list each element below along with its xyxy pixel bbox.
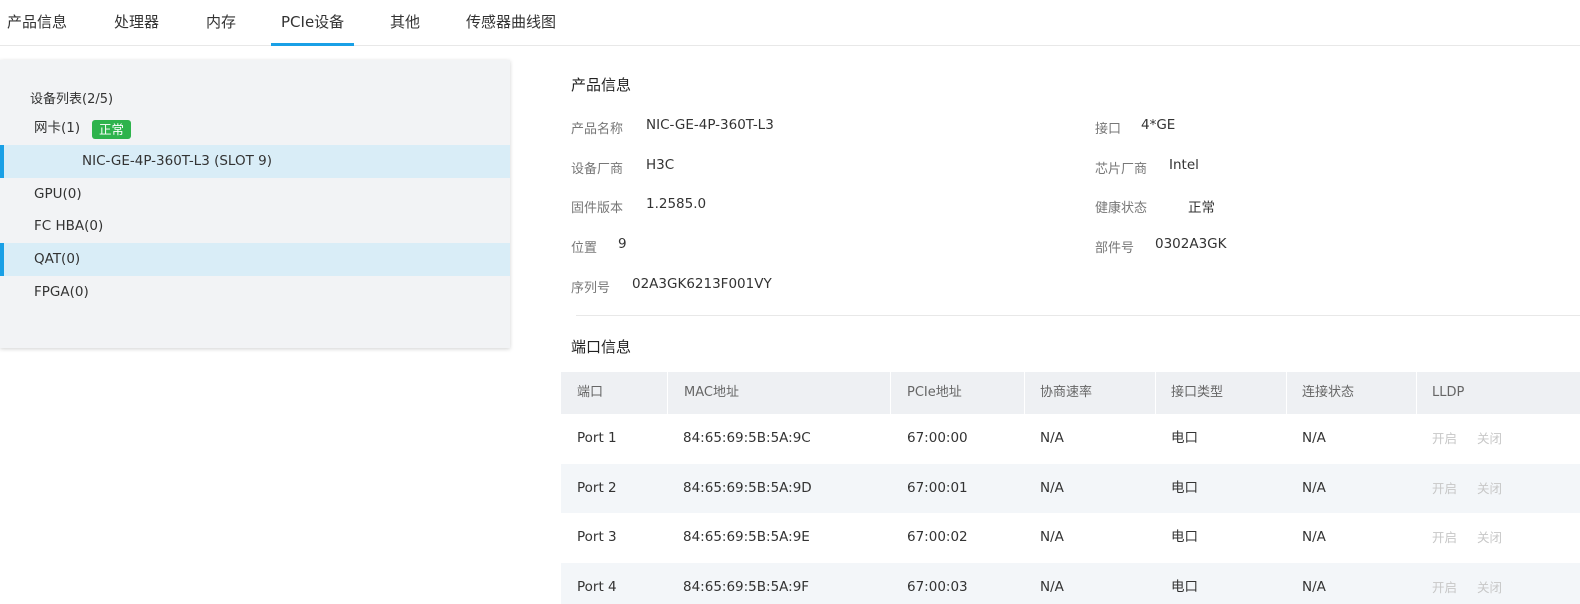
- tab-processor[interactable]: 处理器: [114, 0, 159, 46]
- device-group-label: QAT(0): [34, 251, 81, 267]
- col-header-link: 连接状态: [1302, 385, 1355, 400]
- link-status: N/A: [1302, 479, 1326, 496]
- pcie-address: 67:00:03: [907, 578, 968, 595]
- lldp-enable-link[interactable]: 开启: [1432, 563, 1457, 604]
- product-name-value: NIC-GE-4P-360T-L3: [646, 117, 774, 133]
- col-header-mac: MAC地址: [684, 385, 739, 400]
- col-header-speed: 协商速率: [1040, 385, 1093, 400]
- port-name: Port 4: [577, 578, 617, 595]
- negotiated-speed: N/A: [1040, 479, 1064, 496]
- firmware-value: 1.2585.0: [646, 196, 707, 212]
- health-value: 正常: [1188, 200, 1215, 216]
- port-name: Port 2: [577, 479, 617, 496]
- interface-label: 接口: [1095, 122, 1122, 137]
- link-status: N/A: [1302, 430, 1326, 446]
- chip-vendor-value: Intel: [1169, 157, 1199, 173]
- mac-address: 84:65:69:5B:5A:9C: [683, 430, 811, 446]
- tab-other[interactable]: 其他: [390, 0, 420, 46]
- device-group-qat[interactable]: QAT(0): [0, 243, 510, 276]
- device-group-label: GPU(0): [34, 186, 82, 202]
- part-number-value: 0302A3GK: [1155, 236, 1227, 252]
- tab-memory[interactable]: 内存: [206, 0, 236, 46]
- port-name: Port 1: [577, 430, 617, 446]
- lldp-disable-link[interactable]: 关闭: [1477, 414, 1502, 464]
- column-divider: [667, 372, 668, 414]
- top-tab-bar: 产品信息 处理器 内存 PCIe设备 其他 传感器曲线图: [0, 0, 1580, 46]
- device-list-title: 设备列表(2/5): [30, 92, 114, 107]
- vendor-label: 设备厂商: [571, 162, 624, 177]
- device-group-label: FPGA(0): [34, 284, 89, 300]
- lldp-disable-link[interactable]: 关闭: [1477, 513, 1502, 563]
- pcie-address: 67:00:02: [907, 529, 968, 545]
- column-divider: [890, 372, 891, 414]
- pcie-address: 67:00:00: [907, 430, 968, 446]
- device-group-gpu[interactable]: GPU(0): [0, 178, 510, 211]
- serial-label: 序列号: [571, 281, 611, 296]
- interface-type: 电口: [1171, 578, 1198, 595]
- link-status: N/A: [1302, 578, 1326, 595]
- serial-value: 02A3GK6213F001VY: [632, 276, 772, 292]
- col-header-lldp: LLDP: [1432, 385, 1465, 400]
- table-row: Port 1 84:65:69:5B:5A:9C 67:00:00 N/A 电口…: [561, 414, 1580, 464]
- tab-product-info[interactable]: 产品信息: [7, 0, 67, 46]
- device-group-fc-hba[interactable]: FC HBA(0): [0, 210, 510, 243]
- firmware-label: 固件版本: [571, 201, 624, 216]
- device-group-nic[interactable]: 网卡(1): [0, 112, 510, 145]
- interface-type: 电口: [1171, 529, 1198, 545]
- vendor-value: H3C: [646, 157, 675, 173]
- negotiated-speed: N/A: [1040, 430, 1064, 446]
- lldp-disable-link[interactable]: 关闭: [1477, 464, 1502, 514]
- negotiated-speed: N/A: [1040, 529, 1064, 545]
- tab-sensor-chart[interactable]: 传感器曲线图: [466, 0, 556, 46]
- table-row: Port 3 84:65:69:5B:5A:9E 67:00:02 N/A 电口…: [561, 513, 1580, 563]
- location-label: 位置: [571, 241, 598, 256]
- port-name: Port 3: [577, 529, 617, 545]
- lldp-enable-link[interactable]: 开启: [1432, 464, 1457, 514]
- device-group-label: 网卡(1): [34, 120, 81, 136]
- product-info-title: 产品信息: [571, 76, 632, 94]
- tab-pcie-devices[interactable]: PCIe设备: [270, 0, 355, 46]
- pcie-address: 67:00:01: [907, 479, 968, 496]
- device-group-label: FC HBA(0): [34, 218, 104, 234]
- mac-address: 84:65:69:5B:5A:9F: [683, 578, 810, 595]
- chip-vendor-label: 芯片厂商: [1095, 162, 1148, 177]
- status-badge: 正常: [92, 120, 132, 139]
- lldp-enable-link[interactable]: 开启: [1432, 513, 1457, 563]
- interface-type: 电口: [1171, 479, 1198, 496]
- device-item-label: NIC-GE-4P-360T-L3 (SLOT 9): [82, 153, 272, 169]
- table-header: 端口 MAC地址 PCIe地址 协商速率 接口类型 连接状态 LLDP: [561, 372, 1580, 414]
- health-label: 健康状态: [1095, 201, 1148, 216]
- link-status: N/A: [1302, 529, 1326, 545]
- col-header-pcie: PCIe地址: [907, 385, 962, 400]
- interface-value: 4*GE: [1141, 117, 1176, 133]
- part-number-label: 部件号: [1095, 241, 1135, 256]
- device-item-nic-slot9[interactable]: NIC-GE-4P-360T-L3 (SLOT 9): [0, 145, 510, 178]
- interface-type: 电口: [1171, 430, 1198, 446]
- section-divider: [576, 315, 1580, 316]
- device-group-fpga[interactable]: FPGA(0): [0, 276, 510, 309]
- location-value: 9: [618, 236, 627, 252]
- col-header-type: 接口类型: [1171, 385, 1224, 400]
- column-divider: [1286, 372, 1287, 414]
- table-row: Port 2 84:65:69:5B:5A:9D 67:00:01 N/A 电口…: [561, 463, 1580, 514]
- negotiated-speed: N/A: [1040, 578, 1064, 595]
- col-header-port: 端口: [577, 385, 604, 400]
- lldp-disable-link[interactable]: 关闭: [1477, 563, 1502, 604]
- column-divider: [1416, 372, 1417, 414]
- mac-address: 84:65:69:5B:5A:9E: [683, 529, 810, 545]
- column-divider: [1155, 372, 1156, 414]
- column-divider: [1024, 372, 1025, 414]
- table-row: Port 4 84:65:69:5B:5A:9F 67:00:03 N/A 电口…: [561, 562, 1580, 604]
- lldp-enable-link[interactable]: 开启: [1432, 414, 1457, 464]
- device-list-panel: 设备列表(2/5) 网卡(1) 正常 NIC-GE-4P-360T-L3 (SL…: [0, 60, 510, 348]
- mac-address: 84:65:69:5B:5A:9D: [683, 479, 812, 496]
- port-info-title: 端口信息: [571, 338, 632, 356]
- product-name-label: 产品名称: [571, 122, 624, 137]
